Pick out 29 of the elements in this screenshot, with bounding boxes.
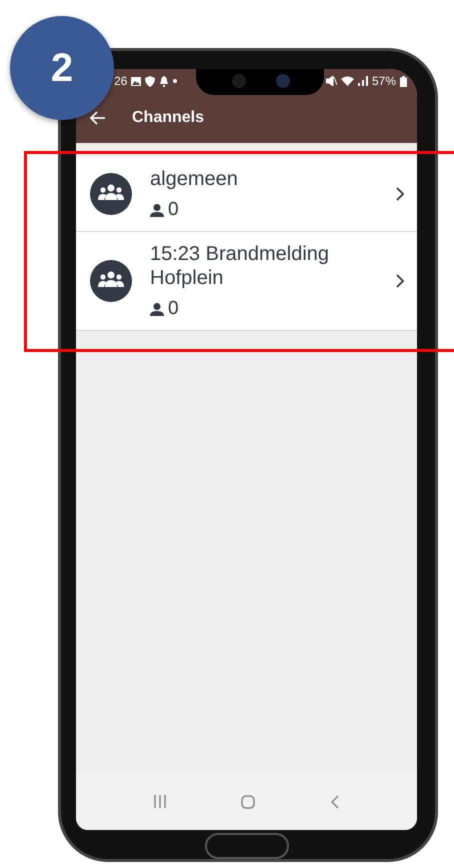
status-time: 26 [114, 74, 128, 88]
wifi-icon [340, 76, 354, 86]
person-icon [150, 302, 164, 316]
home-icon[interactable] [240, 794, 255, 809]
channel-name: 15:23 Brandmelding Hofplein [150, 242, 330, 290]
member-count: 0 [168, 298, 179, 320]
channel-name: algemeen [150, 167, 239, 191]
recent-apps-icon[interactable] [154, 795, 166, 808]
person-icon [150, 204, 164, 216]
chevron-icon [396, 187, 405, 201]
bell-icon [159, 76, 170, 86]
member-count: 0 [168, 199, 179, 221]
battery-percent: 57% [372, 74, 396, 88]
dot-icon [173, 79, 178, 83]
signal-icon [358, 76, 368, 86]
step-badge: 2 [10, 16, 114, 120]
back-icon[interactable] [330, 794, 340, 809]
home-button[interactable] [204, 833, 288, 859]
group-icon [90, 260, 132, 302]
battery-icon [400, 76, 407, 86]
channel-item[interactable]: 15:23 Brandmelding Hofplein 0 [76, 232, 417, 331]
image-icon [131, 76, 142, 86]
group-icon [90, 173, 132, 215]
mute-icon [326, 76, 337, 86]
channel-item[interactable]: algemeen 0 [76, 157, 417, 232]
back-arrow-icon[interactable] [90, 111, 106, 125]
shield-icon [145, 76, 156, 86]
screen-title: Channels [132, 109, 204, 127]
chevron-icon [396, 274, 405, 288]
